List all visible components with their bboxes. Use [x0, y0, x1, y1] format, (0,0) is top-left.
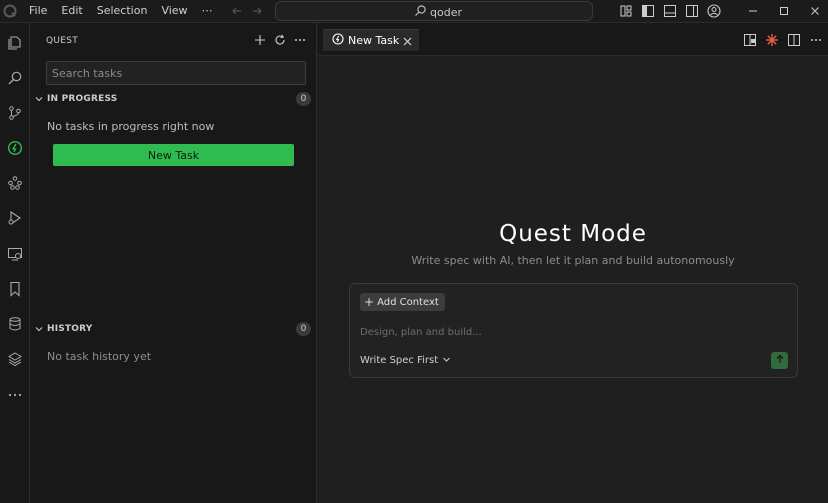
quest-sidebar: QUEST IN PROGRESS 0 No tasks in progress…: [30, 23, 317, 503]
history-count-badge: 0: [296, 322, 311, 336]
chevron-down-icon: [33, 323, 45, 335]
menu-file[interactable]: File: [22, 0, 54, 22]
sidebar-title: QUEST: [46, 36, 79, 46]
mode-dropdown[interactable]: Write Spec First: [360, 354, 451, 367]
minimize-icon[interactable]: [737, 0, 768, 22]
quest-icon[interactable]: [5, 138, 25, 158]
toggle-panel-icon[interactable]: [660, 2, 680, 20]
extensions-icon[interactable]: [5, 173, 25, 193]
plus-icon: +: [364, 295, 375, 309]
history-empty-text: No task history yet: [47, 350, 152, 363]
chevron-down-icon: [33, 93, 45, 105]
run-debug-icon[interactable]: [5, 208, 25, 228]
more-icon[interactable]: [5, 385, 25, 405]
editor-actions: [742, 32, 824, 48]
in-progress-label: IN PROGRESS: [47, 94, 118, 104]
navigation-arrows: [229, 3, 265, 19]
in-progress-empty-text: No tasks in progress right now: [47, 120, 215, 133]
layout-tools: [616, 2, 724, 20]
menu-bar: File Edit Selection View ⋯: [22, 0, 220, 22]
mode-label: Write Spec First: [360, 355, 439, 366]
command-center-text: qoder: [430, 5, 462, 19]
title-bar: File Edit Selection View ⋯ qoder: [0, 0, 828, 23]
menu-selection[interactable]: Selection: [90, 0, 155, 22]
arrow-up-icon: [775, 354, 785, 367]
toggle-primary-sidebar-icon[interactable]: [638, 2, 658, 20]
open-preview-icon[interactable]: [742, 32, 758, 48]
quest-composer: + Add Context Write Spec First: [349, 283, 798, 378]
search-view-icon[interactable]: [5, 68, 25, 88]
add-context-button[interactable]: + Add Context: [360, 293, 445, 311]
layers-icon[interactable]: [5, 349, 25, 369]
explorer-icon[interactable]: [5, 33, 25, 53]
activity-bar: [0, 23, 30, 503]
forward-arrow-icon[interactable]: [249, 3, 265, 19]
history-label: HISTORY: [47, 324, 93, 334]
maximize-icon[interactable]: [768, 0, 799, 22]
database-icon[interactable]: [5, 314, 25, 334]
new-task-button[interactable]: New Task: [53, 144, 294, 166]
search-tasks-input[interactable]: [46, 61, 306, 85]
refresh-icon[interactable]: [272, 32, 288, 48]
tab-label: New Task: [348, 34, 400, 47]
close-icon[interactable]: [400, 34, 414, 48]
split-editor-icon[interactable]: [786, 32, 802, 48]
back-arrow-icon[interactable]: [229, 3, 245, 19]
customize-layout-icon[interactable]: [616, 2, 636, 20]
quest-icon: [332, 33, 344, 48]
bookmark-icon[interactable]: [5, 279, 25, 299]
in-progress-count-badge: 0: [296, 92, 311, 106]
account-icon[interactable]: [704, 2, 724, 20]
close-window-icon[interactable]: [799, 0, 828, 22]
toggle-secondary-sidebar-icon[interactable]: [682, 2, 702, 20]
add-icon[interactable]: [252, 32, 268, 48]
tab-new-task[interactable]: New Task: [323, 29, 419, 51]
history-section-header[interactable]: HISTORY 0: [33, 320, 313, 338]
source-control-icon[interactable]: [5, 103, 25, 123]
tab-bar: New Task: [318, 23, 828, 56]
chevron-down-icon: [442, 354, 451, 367]
page-subtitle: Write spec with AI, then let it plan and…: [411, 254, 735, 267]
composer-input[interactable]: [360, 324, 780, 340]
send-button[interactable]: [771, 352, 788, 369]
remote-explorer-icon[interactable]: [5, 244, 25, 264]
window-controls: [737, 0, 828, 22]
sidebar-actions: [252, 32, 308, 48]
qoder-logo-icon: [3, 4, 17, 18]
editor-area: New Task Quest Mode Write spec with AI, …: [318, 23, 828, 503]
menu-view[interactable]: View: [154, 0, 194, 22]
page-title: Quest Mode: [499, 221, 647, 247]
ai-sparkle-icon[interactable]: [764, 32, 780, 48]
more-actions-icon[interactable]: [292, 32, 308, 48]
add-context-label: Add Context: [377, 296, 439, 308]
in-progress-section-header[interactable]: IN PROGRESS 0: [33, 90, 313, 108]
menu-edit[interactable]: Edit: [54, 0, 89, 22]
search-icon: [414, 4, 427, 20]
more-actions-icon[interactable]: [808, 32, 824, 48]
menu-more[interactable]: ⋯: [195, 0, 220, 22]
command-center[interactable]: qoder: [275, 1, 593, 21]
